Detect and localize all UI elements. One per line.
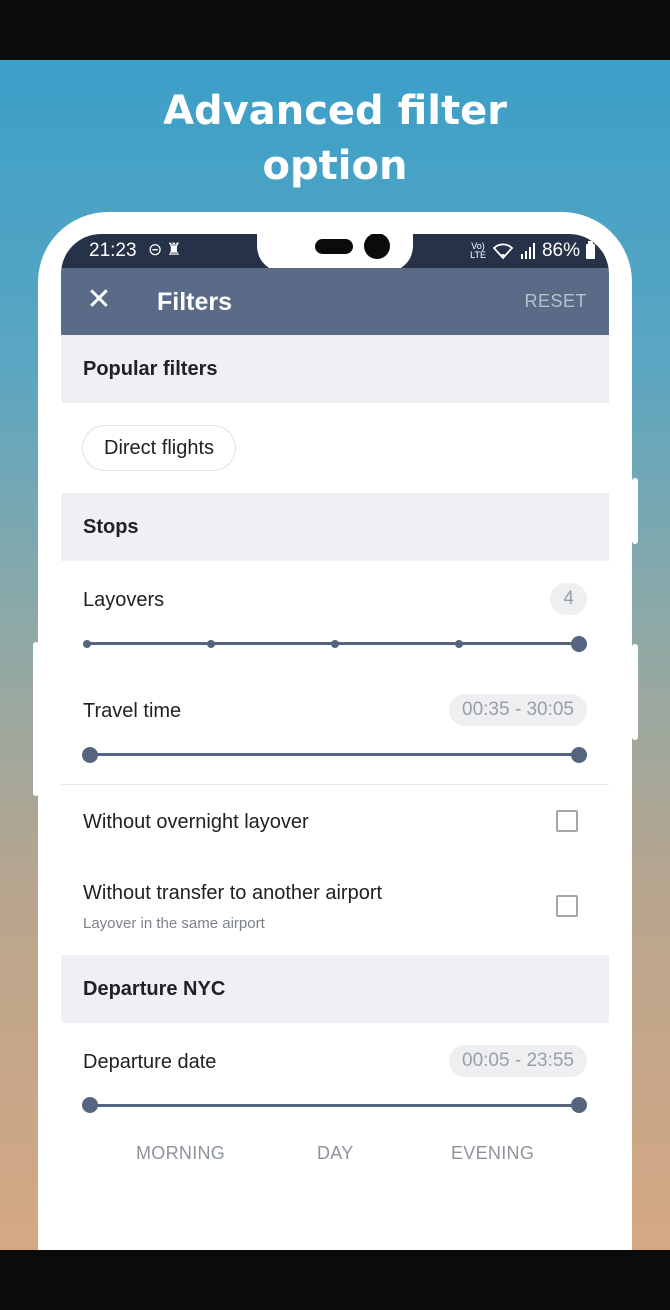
section-header-stops: Stops <box>61 493 609 561</box>
do-not-disturb-icon: ⊝ <box>148 240 167 259</box>
overnight-layover-label: Without overnight layover <box>83 811 309 833</box>
layovers-label: Layovers <box>83 589 165 611</box>
top-black-bar <box>0 0 670 60</box>
keyhole-icon: ♜ <box>166 240 186 259</box>
section-header-popular-filters: Popular filters <box>61 335 609 403</box>
layovers-step-dot[interactable] <box>455 640 463 648</box>
time-label-day: DAY <box>317 1143 354 1163</box>
layovers-step-dot[interactable] <box>83 640 91 648</box>
status-right-icons: Vo) LTE 86% <box>470 240 595 262</box>
time-label-evening: EVENING <box>451 1143 535 1163</box>
section-header-departure: Departure NYC <box>61 955 609 1023</box>
layovers-slider-handle[interactable] <box>571 636 587 652</box>
divider <box>61 784 609 785</box>
status-bar: 21:23 ⊝♜ Vo) LTE 86% <box>61 234 609 272</box>
filters-content[interactable]: Popular filters Direct flights Stops Lay… <box>61 335 609 1194</box>
departure-date-label: Departure date <box>83 1051 217 1073</box>
status-time: 21:23 <box>89 240 137 261</box>
phone-side-button <box>632 644 638 740</box>
close-icon[interactable]: ✕ <box>81 282 117 318</box>
departure-date-slider-track <box>91 1104 579 1107</box>
layovers-step-dot[interactable] <box>207 640 215 648</box>
transfer-airport-checkbox[interactable] <box>556 895 578 917</box>
battery-icon <box>586 240 595 259</box>
phone-side-button <box>632 478 638 544</box>
phone-side-button <box>33 642 39 796</box>
headline: Advanced filter option <box>0 84 670 194</box>
departure-panel: Departure date 00:05 - 23:55 MORNING DAY… <box>61 1023 609 1194</box>
battery-level: 86% <box>541 240 580 261</box>
reset-button[interactable]: RESET <box>524 291 587 312</box>
camera-notch <box>257 234 413 272</box>
travel-time-slider-track <box>91 753 579 756</box>
layovers-step-dot[interactable] <box>331 640 339 648</box>
transfer-airport-sublabel: Layover in the same airport <box>83 915 265 932</box>
travel-time-max-handle[interactable] <box>571 747 587 763</box>
status-left-icons: ⊝♜ <box>148 240 186 260</box>
departure-date-min-handle[interactable] <box>82 1097 98 1113</box>
wifi-icon <box>492 243 514 260</box>
stops-panel: Layovers 4 Travel time 00:35 - 30:05 Wit… <box>61 561 609 955</box>
travel-time-value-badge: 00:35 - 30:05 <box>449 694 587 726</box>
phone-screen: 21:23 ⊝♜ Vo) LTE 86% ✕ Filters RESET Pop… <box>61 234 609 1194</box>
travel-time-label: Travel time <box>83 700 182 722</box>
speaker-icon <box>315 239 353 254</box>
front-camera-icon <box>364 234 390 259</box>
overnight-layover-checkbox[interactable] <box>556 810 578 832</box>
popular-filters-panel: Direct flights <box>61 403 609 493</box>
signal-icon <box>520 243 535 259</box>
travel-time-min-handle[interactable] <box>82 747 98 763</box>
volte-icon: Vo) LTE <box>470 241 486 260</box>
transfer-airport-label: Without transfer to another airport <box>83 882 383 904</box>
app-bar: ✕ Filters RESET <box>61 268 609 335</box>
time-label-morning: MORNING <box>136 1143 226 1163</box>
headline-line-2: option <box>262 143 408 189</box>
departure-date-value-badge: 00:05 - 23:55 <box>449 1045 587 1077</box>
page-title: Filters <box>157 288 233 316</box>
layovers-value-badge: 4 <box>550 583 587 615</box>
departure-date-max-handle[interactable] <box>571 1097 587 1113</box>
bottom-black-bar <box>0 1250 670 1310</box>
direct-flights-chip[interactable]: Direct flights <box>82 425 237 471</box>
headline-line-1: Advanced filter <box>163 88 507 134</box>
